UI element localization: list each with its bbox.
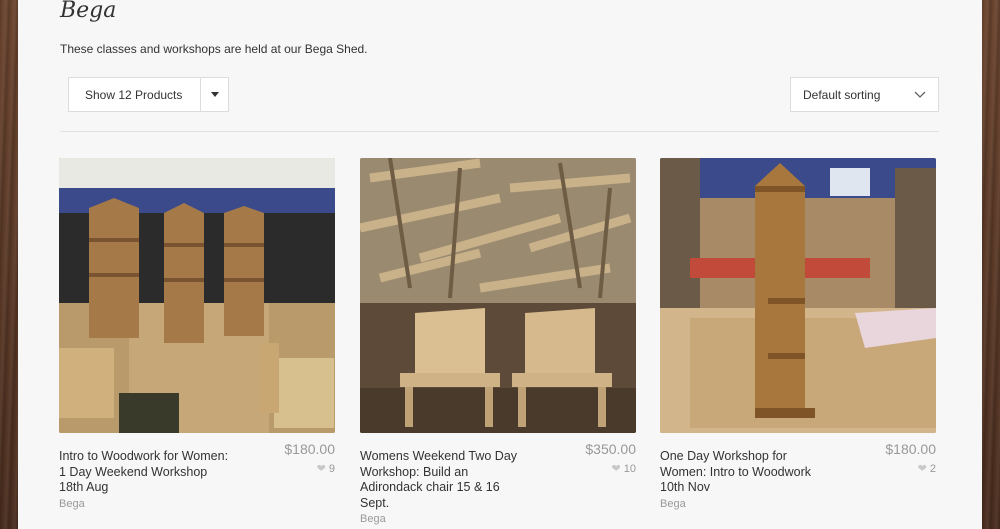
product-name[interactable]: Intro to Woodwork for Women: 1 Day Weeke… [59, 449, 231, 496]
sorting-select[interactable]: Default sorting [790, 77, 939, 112]
product-price: $180.00 [284, 441, 335, 457]
products-per-page-label: Show 12 Products [85, 87, 183, 102]
product-image[interactable] [360, 158, 636, 433]
like-counter[interactable]: ❤ 10 [611, 462, 636, 476]
divider [60, 131, 939, 132]
product-card[interactable]: One Day Workshop for Women: Intro to Woo… [660, 158, 936, 510]
product-category[interactable]: Bega [59, 498, 335, 510]
product-card[interactable]: Womens Weekend Two Day Workshop: Build a… [360, 158, 636, 525]
page-content: Bega These classes and workshops are hel… [18, 0, 982, 529]
like-count: 10 [623, 462, 636, 475]
caret-down-icon[interactable] [200, 78, 228, 111]
heart-icon: ❤ [316, 463, 326, 475]
page-title: Bega [60, 0, 117, 23]
product-card[interactable]: Intro to Woodwork for Women: 1 Day Weeke… [59, 158, 335, 510]
sorting-label: Default sorting [803, 87, 881, 102]
product-name[interactable]: One Day Workshop for Women: Intro to Woo… [660, 449, 832, 496]
heart-icon: ❤ [611, 463, 621, 475]
like-count: 9 [328, 462, 335, 475]
product-category[interactable]: Bega [360, 513, 636, 525]
like-counter[interactable]: ❤ 2 [917, 462, 936, 476]
product-price: $350.00 [585, 441, 636, 457]
product-name[interactable]: Womens Weekend Two Day Workshop: Build a… [360, 449, 532, 511]
page-description: These classes and workshops are held at … [60, 42, 368, 56]
product-image[interactable] [59, 158, 335, 433]
product-price: $180.00 [885, 441, 936, 457]
like-counter[interactable]: ❤ 9 [316, 462, 335, 476]
products-per-page-select[interactable]: Show 12 Products [68, 77, 229, 112]
like-count: 2 [929, 462, 936, 475]
product-category[interactable]: Bega [660, 498, 936, 510]
heart-icon: ❤ [917, 463, 927, 475]
product-image[interactable] [660, 158, 936, 433]
chevron-down-icon [914, 91, 926, 98]
